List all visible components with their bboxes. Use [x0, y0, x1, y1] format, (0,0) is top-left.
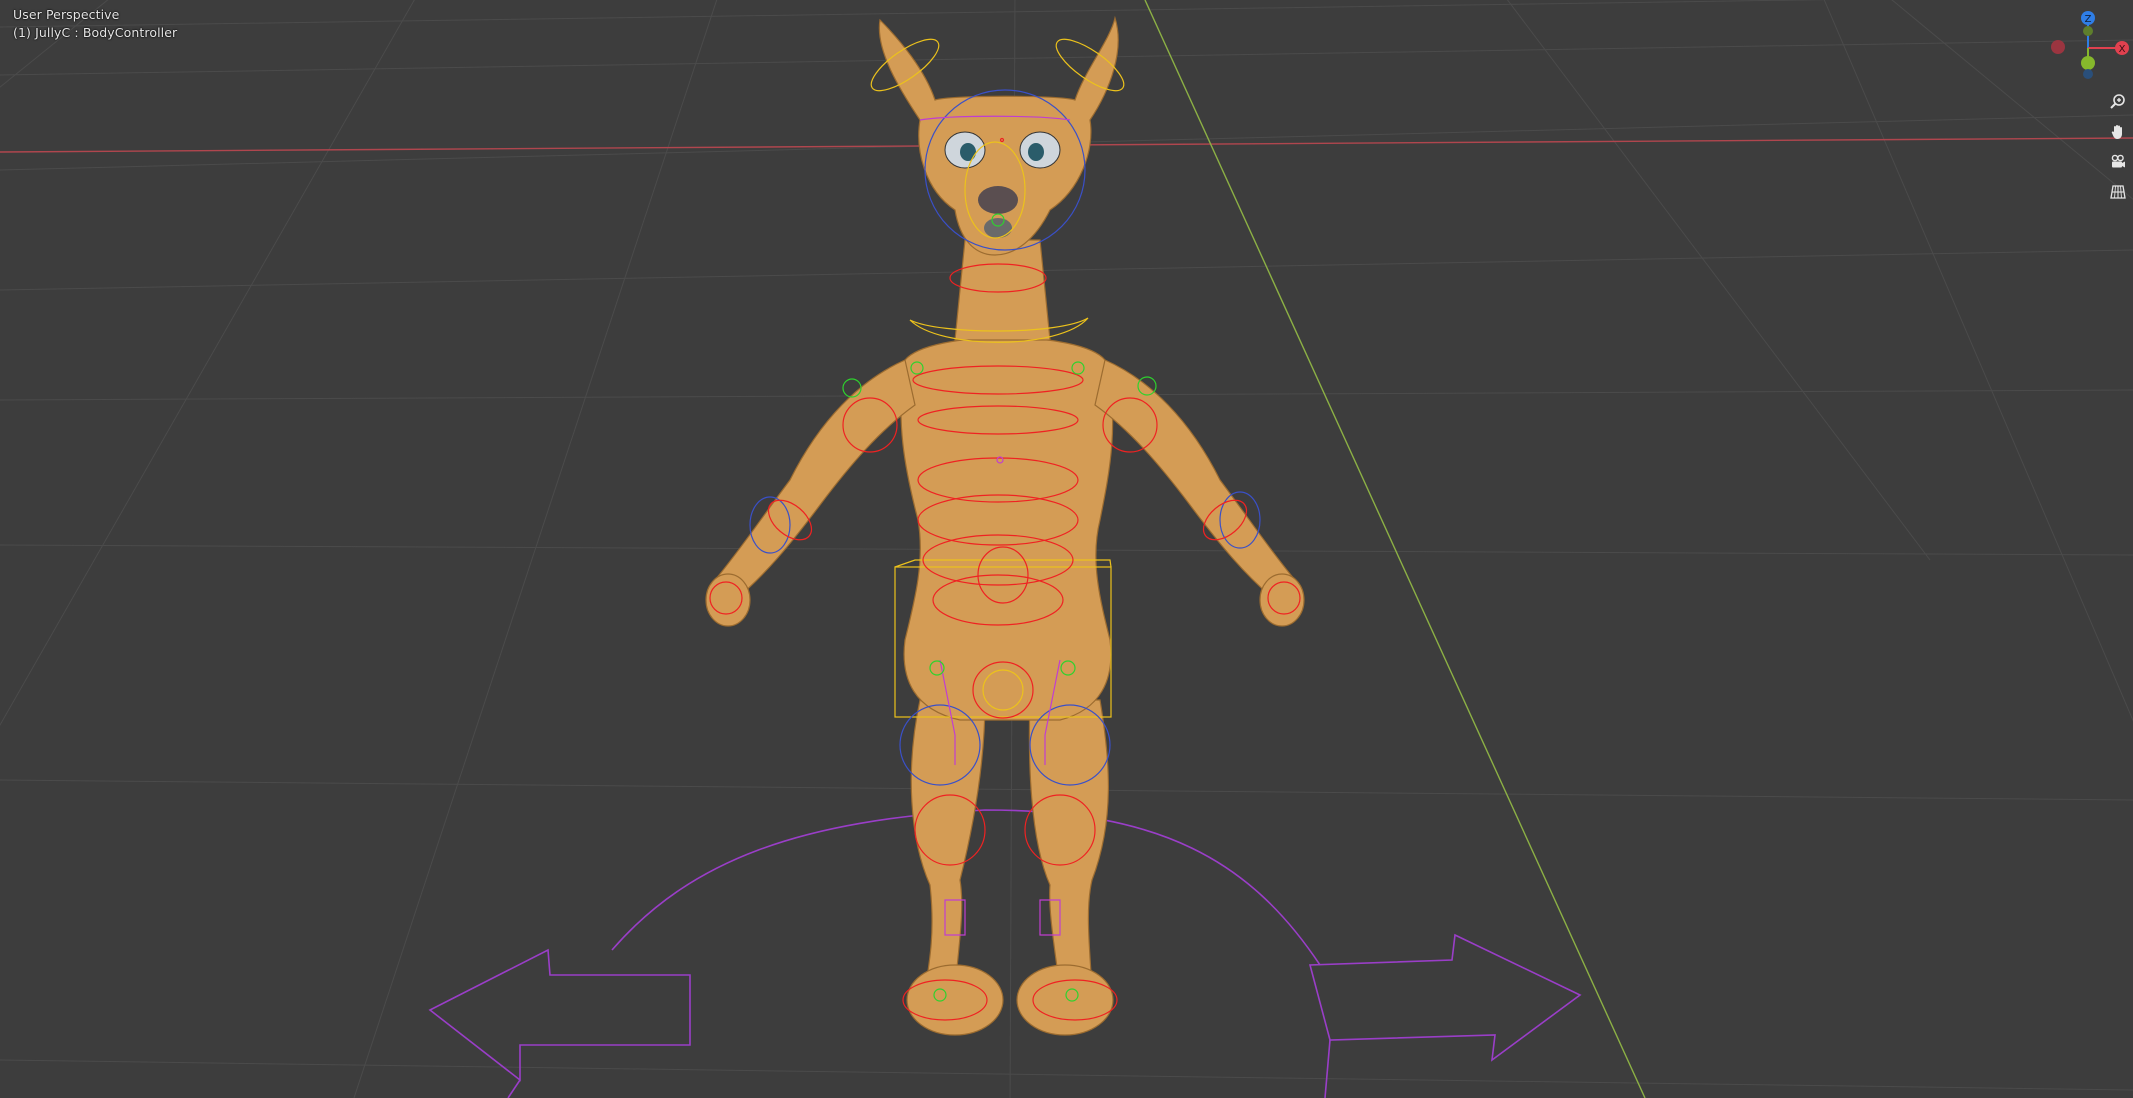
- camera-view-button[interactable]: [2104, 148, 2132, 176]
- z-axis-label: Z: [2085, 14, 2092, 25]
- active-object-label: (1) JullyC : BodyController: [13, 25, 178, 40]
- y-axis-handle[interactable]: [2081, 56, 2095, 70]
- neg-z-axis-handle[interactable]: [2083, 69, 2093, 79]
- root-controller[interactable]: [428, 809, 1582, 1098]
- x-axis-label: X: [2119, 44, 2126, 55]
- character-mesh[interactable]: [705, 15, 1305, 1036]
- ortho-toggle-button[interactable]: [2104, 178, 2132, 206]
- navigation-gizmo[interactable]: Z X: [2040, 8, 2133, 86]
- orthographic-grid-icon: [2110, 185, 2126, 199]
- neg-x-axis-handle[interactable]: [2051, 40, 2065, 54]
- viewport-scene[interactable]: [0, 0, 2133, 1098]
- pan-hand-icon: [2111, 125, 2122, 139]
- view-name-label: User Perspective: [13, 7, 120, 22]
- neg-y-axis-handle[interactable]: [2083, 26, 2093, 36]
- y-axis-line: [1144, 0, 1646, 1098]
- 3d-viewport[interactable]: User Perspective (1) JullyC : BodyContro…: [0, 0, 2133, 1098]
- zoom-icon: [2110, 94, 2125, 109]
- pan-button[interactable]: [2104, 118, 2132, 146]
- zoom-button[interactable]: [2104, 88, 2132, 116]
- camera-icon: [2111, 154, 2125, 168]
